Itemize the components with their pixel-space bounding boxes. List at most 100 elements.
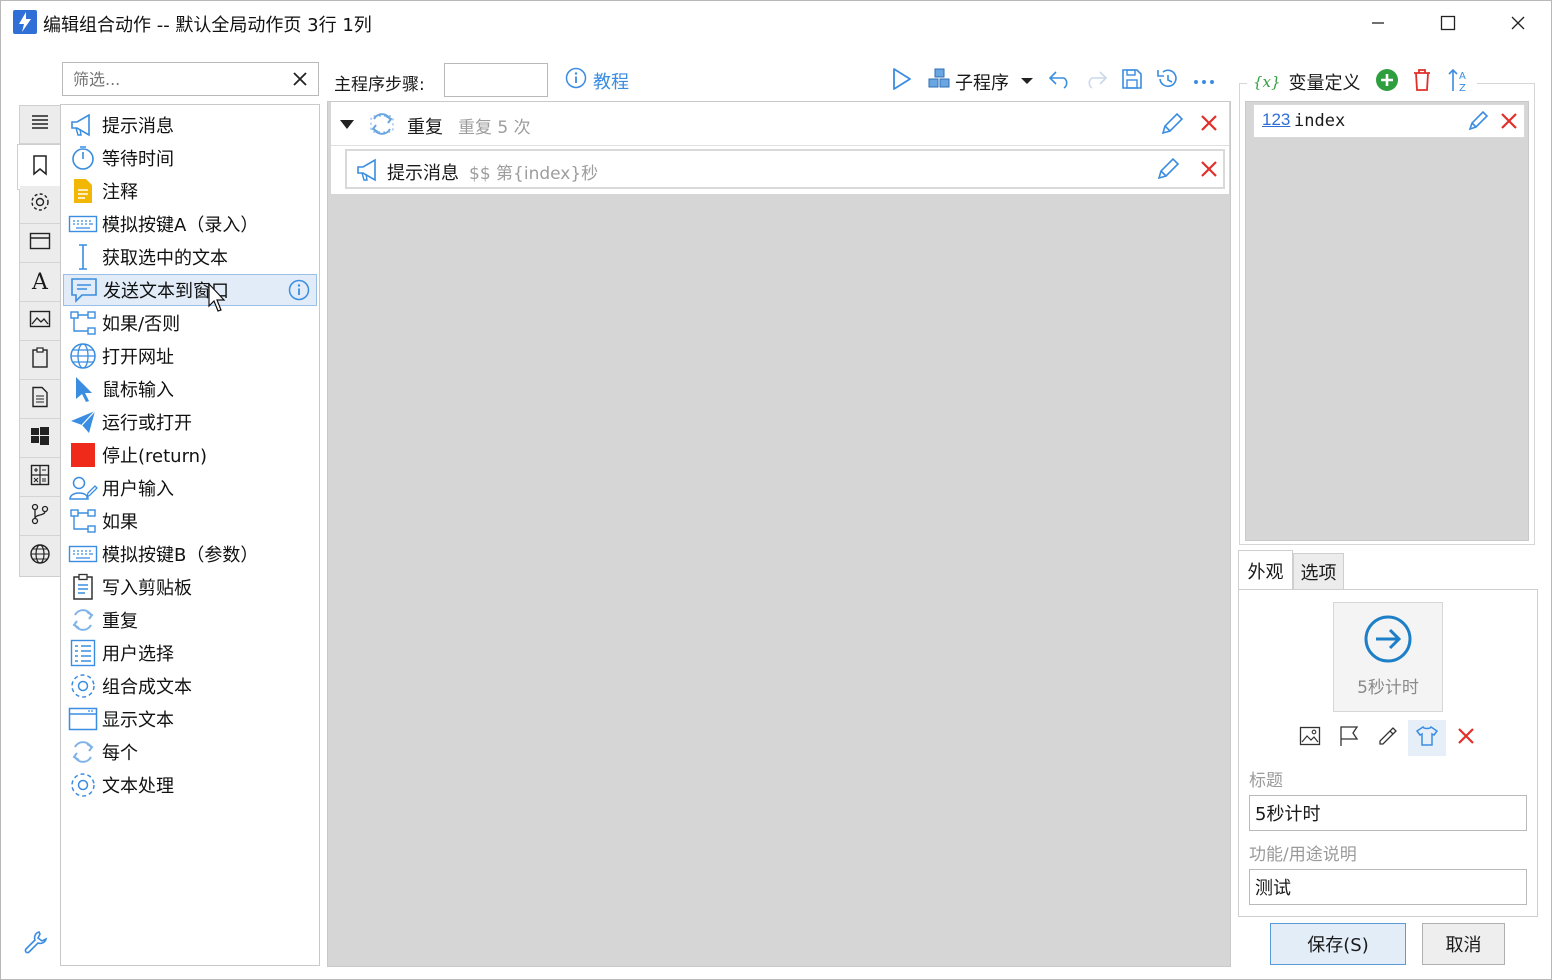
action-item-label: 用户选择 [102, 644, 174, 665]
clear-style-button[interactable] [1447, 720, 1485, 756]
action-item[interactable]: 模拟按键B（参数） [63, 538, 317, 570]
action-item[interactable]: 重复 [63, 604, 317, 636]
tab-appearance[interactable]: 外观 [1238, 550, 1293, 591]
set-image-button[interactable] [1291, 720, 1329, 756]
svg-text:A: A [1459, 71, 1466, 82]
main-steps-input[interactable] [444, 63, 548, 97]
action-item[interactable]: 打开网址 [63, 340, 317, 372]
flag-button[interactable] [1330, 720, 1368, 756]
action-item[interactable]: 如果/否则 [63, 307, 317, 339]
delete-step-repeat-icon[interactable] [1199, 113, 1219, 138]
cancel-button[interactable]: 取消 [1422, 923, 1505, 965]
arrow-circle-right-icon [1364, 615, 1412, 668]
edit-step-message-icon[interactable] [1155, 156, 1181, 187]
action-item[interactable]: 写入剪贴板 [63, 571, 317, 603]
action-item-label: 用户输入 [102, 479, 174, 500]
redo-button[interactable] [1081, 65, 1111, 97]
tutorial-link[interactable]: 教程 [565, 67, 629, 94]
tab-window[interactable] [20, 225, 60, 263]
style-button[interactable] [1408, 720, 1446, 756]
undo-button[interactable] [1045, 65, 1075, 97]
note-icon [68, 177, 98, 205]
text-cursor-icon [68, 243, 98, 271]
step-message[interactable]: 提示消息 $$ 第{index}秒 [345, 149, 1225, 189]
maximize-button[interactable] [1413, 1, 1483, 45]
action-item[interactable]: 注释 [63, 175, 317, 207]
list-icon [30, 112, 50, 137]
edit-variable-icon[interactable] [1466, 109, 1490, 138]
save-icon-button[interactable] [1117, 65, 1147, 97]
more-button[interactable] [1189, 65, 1219, 97]
subprogram-label[interactable]: 子程序 [955, 69, 1009, 95]
tab-bookmark[interactable] [17, 144, 61, 190]
info-icon[interactable] [288, 279, 310, 306]
action-item[interactable]: 用户输入 [63, 472, 317, 504]
tab-list[interactable] [20, 106, 60, 144]
variables-title: 变量定义 [1288, 73, 1361, 94]
tab-options[interactable]: 选项 [1293, 553, 1344, 590]
variable-row[interactable]: 123 index [1253, 104, 1525, 138]
action-item-label: 如果/否则 [102, 314, 181, 335]
action-item-label: 打开网址 [102, 347, 174, 368]
action-item[interactable]: 文本处理 [63, 769, 317, 801]
action-item[interactable]: 发送文本到窗口 [63, 274, 317, 306]
edit-step-repeat-icon[interactable] [1159, 111, 1185, 142]
subprogram-button[interactable] [923, 65, 957, 97]
action-item[interactable]: 运行或打开 [63, 406, 317, 438]
wrench-icon[interactable] [23, 929, 51, 957]
stopwatch-icon [68, 144, 98, 172]
tab-calculator[interactable] [20, 459, 60, 497]
tab-windows[interactable] [20, 420, 60, 458]
globe-icon [68, 342, 98, 370]
tab-settings[interactable] [20, 186, 60, 224]
subprogram-dropdown[interactable] [1015, 65, 1039, 97]
action-item[interactable]: 显示文本 [63, 703, 317, 735]
close-button[interactable] [1483, 1, 1552, 45]
action-item[interactable]: 鼠标输入 [63, 373, 317, 405]
repeat-icon [68, 606, 98, 634]
action-item[interactable]: 提示消息 [63, 109, 317, 141]
clear-filter-icon[interactable] [290, 68, 310, 90]
variable-braces-icon: {x} [1253, 73, 1281, 91]
action-item[interactable]: 每个 [63, 736, 317, 768]
appearance-panel: 5秒计时 标题 5秒计时 功能/用途说明 测试 [1238, 589, 1538, 917]
tab-document[interactable] [20, 381, 60, 419]
action-item[interactable]: 停止(return) [63, 439, 317, 471]
number-type-badge: 123 [1262, 110, 1291, 129]
action-item[interactable]: 等待时间 [63, 142, 317, 174]
action-item[interactable]: 如果 [63, 505, 317, 537]
add-variable-icon[interactable] [1375, 68, 1399, 97]
tab-branch[interactable] [20, 498, 60, 536]
description-field[interactable]: 测试 [1249, 869, 1527, 905]
document-icon [31, 386, 49, 413]
variables-list: 123 index [1245, 101, 1529, 541]
action-item[interactable]: 组合成文本 [63, 670, 317, 702]
checklist-icon [68, 639, 98, 667]
tab-globe[interactable] [20, 537, 60, 575]
delete-variable-icon[interactable] [1500, 112, 1518, 135]
save-button[interactable]: 保存(S) [1270, 923, 1406, 965]
image-icon [1299, 726, 1321, 751]
tab-font[interactable]: A [20, 264, 60, 302]
action-item-label: 组合成文本 [102, 677, 192, 698]
color-picker-button[interactable] [1369, 720, 1407, 756]
action-item[interactable]: 获取选中的文本 [63, 241, 317, 273]
sort-az-icon[interactable]: AZ [1447, 67, 1471, 98]
tab-clipboard[interactable] [20, 342, 60, 380]
cubes-icon [926, 67, 954, 96]
step-repeat[interactable]: 重复 重复 5 次 [331, 102, 1229, 146]
minimize-button[interactable] [1343, 1, 1413, 45]
title-field[interactable]: 5秒计时 [1249, 795, 1527, 831]
tab-image[interactable] [20, 303, 60, 341]
step-message-row: 提示消息 $$ 第{index}秒 [331, 146, 1229, 194]
floppy-icon [1121, 68, 1143, 95]
trash-icon[interactable] [1411, 68, 1433, 97]
action-item[interactable]: 模拟按键A（录入） [63, 208, 317, 240]
run-button[interactable] [886, 65, 916, 97]
action-item-label: 提示消息 [102, 116, 174, 137]
action-item[interactable]: 用户选择 [63, 637, 317, 669]
history-button[interactable] [1153, 65, 1183, 97]
delete-step-message-icon[interactable] [1199, 159, 1219, 184]
collapse-triangle-icon[interactable] [339, 116, 355, 136]
filter-input[interactable] [73, 68, 283, 90]
